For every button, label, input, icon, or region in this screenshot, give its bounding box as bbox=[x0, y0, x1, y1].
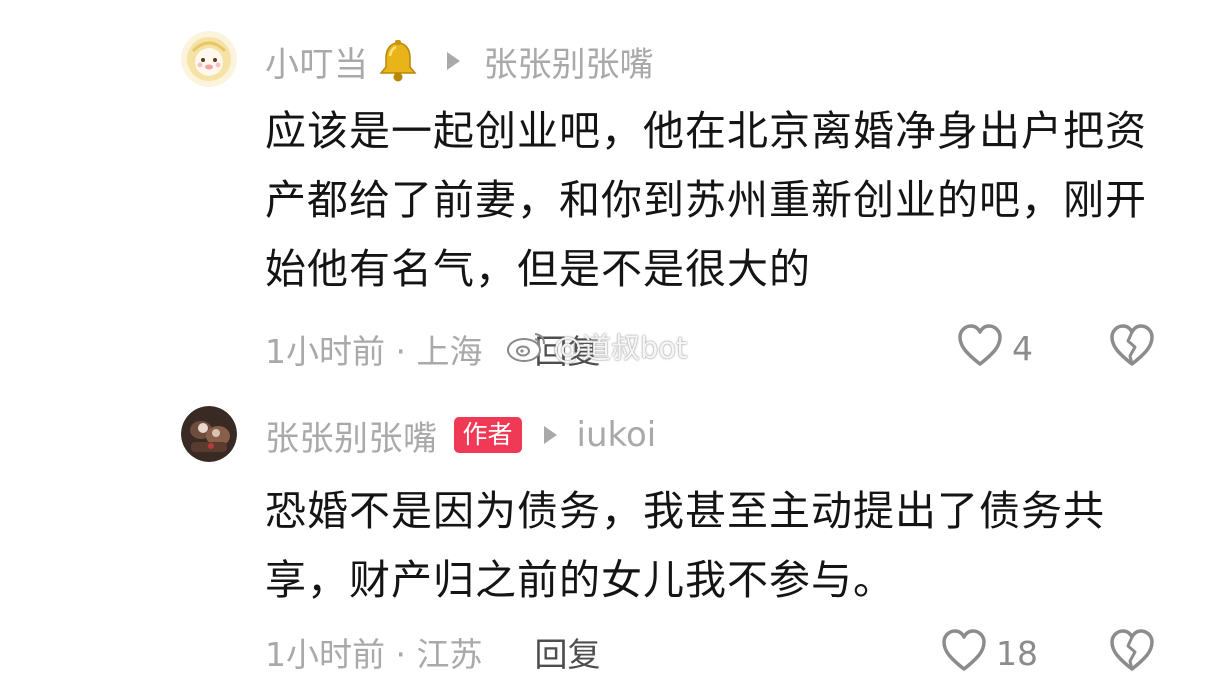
comment-header: 小叮当 张张别张嘴 bbox=[265, 37, 654, 85]
heart-outline-icon bbox=[940, 628, 988, 678]
broken-heart-icon bbox=[1108, 323, 1156, 373]
comment-header: 张张别张嘴 作者 iukoi bbox=[265, 411, 656, 459]
dislike-button[interactable] bbox=[1108, 628, 1156, 678]
avatar-image bbox=[181, 31, 237, 87]
reply-target[interactable]: iukoi bbox=[577, 415, 657, 455]
comment-time-location: 1小时前 · 上海 bbox=[265, 332, 483, 371]
like-button[interactable]: 4 bbox=[956, 323, 1033, 373]
avatar[interactable] bbox=[181, 31, 237, 87]
bell-icon bbox=[375, 38, 421, 84]
avatar[interactable] bbox=[181, 406, 237, 462]
author-badge: 作者 bbox=[453, 417, 522, 453]
like-count: 18 bbox=[996, 633, 1038, 673]
comment-text: 恐婚不是因为债务，我甚至主动提出了债务共享，财产归之前的女儿我不参与。 bbox=[265, 487, 1105, 604]
heart-outline-icon bbox=[956, 323, 1004, 373]
watermark-text: @道叔bot bbox=[553, 331, 688, 365]
username[interactable]: 小叮当 bbox=[265, 37, 369, 86]
weibo-logo-icon bbox=[505, 328, 549, 364]
avatar-image bbox=[181, 406, 237, 462]
dislike-button[interactable] bbox=[1108, 323, 1156, 373]
username[interactable]: 张张别张嘴 bbox=[265, 411, 438, 460]
reply-button[interactable]: 回复 bbox=[534, 628, 600, 676]
like-count: 4 bbox=[1012, 328, 1033, 368]
reply-target[interactable]: 张张别张嘴 bbox=[484, 37, 654, 86]
comment-meta: 1小时前 · 江苏 回复 bbox=[265, 628, 600, 676]
comment-text: 应该是一起创业吧，他在北京离婚净身出户把资产都给了前妻，和你到苏州重新创业的吧，… bbox=[265, 107, 1147, 293]
watermark: @道叔bot bbox=[505, 325, 688, 367]
comment-time-location: 1小时前 · 江苏 bbox=[265, 635, 483, 674]
broken-heart-icon bbox=[1108, 628, 1156, 678]
like-button[interactable]: 18 bbox=[940, 628, 1038, 678]
reply-arrow-icon bbox=[446, 52, 460, 70]
reply-arrow-icon bbox=[543, 426, 557, 444]
